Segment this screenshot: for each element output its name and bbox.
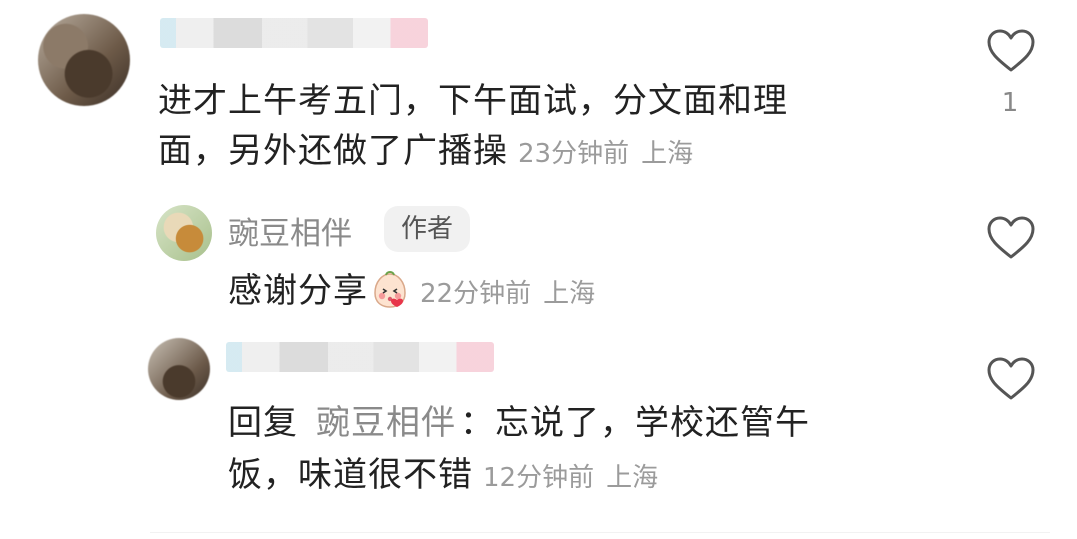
blurred-username[interactable] xyxy=(226,342,494,372)
comment-location: 上海 xyxy=(543,279,596,309)
author-badge: 作者 xyxy=(384,206,470,252)
avatar[interactable] xyxy=(148,338,210,400)
divider xyxy=(150,532,1050,533)
avatar[interactable] xyxy=(38,14,130,106)
comment-meta: 22分钟前 上海 xyxy=(420,279,595,309)
comment-meta: 23分钟前 上海 xyxy=(518,139,693,169)
blush-kiss-emoji-icon xyxy=(374,271,406,308)
avatar[interactable] xyxy=(156,205,212,261)
comment-location: 上海 xyxy=(606,463,659,493)
comment-text-line: 面，另外还做了广播操 23分钟前 上海 xyxy=(158,124,693,181)
comment-text: 面，另外还做了广播操 xyxy=(158,131,508,171)
like-heart-icon[interactable] xyxy=(986,28,1036,74)
comment-text: 感谢分享 xyxy=(228,271,368,311)
like-count: 1 xyxy=(1001,88,1019,118)
comment-time: 12分钟前 xyxy=(483,463,595,493)
comment-time: 22分钟前 xyxy=(420,279,532,309)
reply-prefix: 回复 xyxy=(228,403,298,443)
comment-text-line: 回复 豌豆相伴 ：忘说了，学校还管午 xyxy=(228,396,810,450)
comment-text-line: 饭，味道很不错 12分钟前 上海 xyxy=(228,448,658,505)
comment-time: 23分钟前 xyxy=(518,139,630,169)
comment-text: 饭，味道很不错 xyxy=(228,455,473,495)
comment-location: 上海 xyxy=(641,139,694,169)
username[interactable]: 豌豆相伴 xyxy=(228,208,352,253)
comment-text-line: 感谢分享 22分钟前 上海 xyxy=(228,264,595,321)
like-heart-icon[interactable] xyxy=(986,356,1036,402)
comment-text-line: 进才上午考五门，下午面试，分文面和理 xyxy=(158,81,788,121)
comment-text: ：忘说了，学校还管午 xyxy=(460,403,810,443)
like-heart-icon[interactable] xyxy=(986,215,1036,261)
reply-target-username[interactable]: 豌豆相伴 xyxy=(316,403,456,443)
comment-meta: 12分钟前 上海 xyxy=(483,463,658,493)
blurred-username[interactable] xyxy=(160,18,428,48)
